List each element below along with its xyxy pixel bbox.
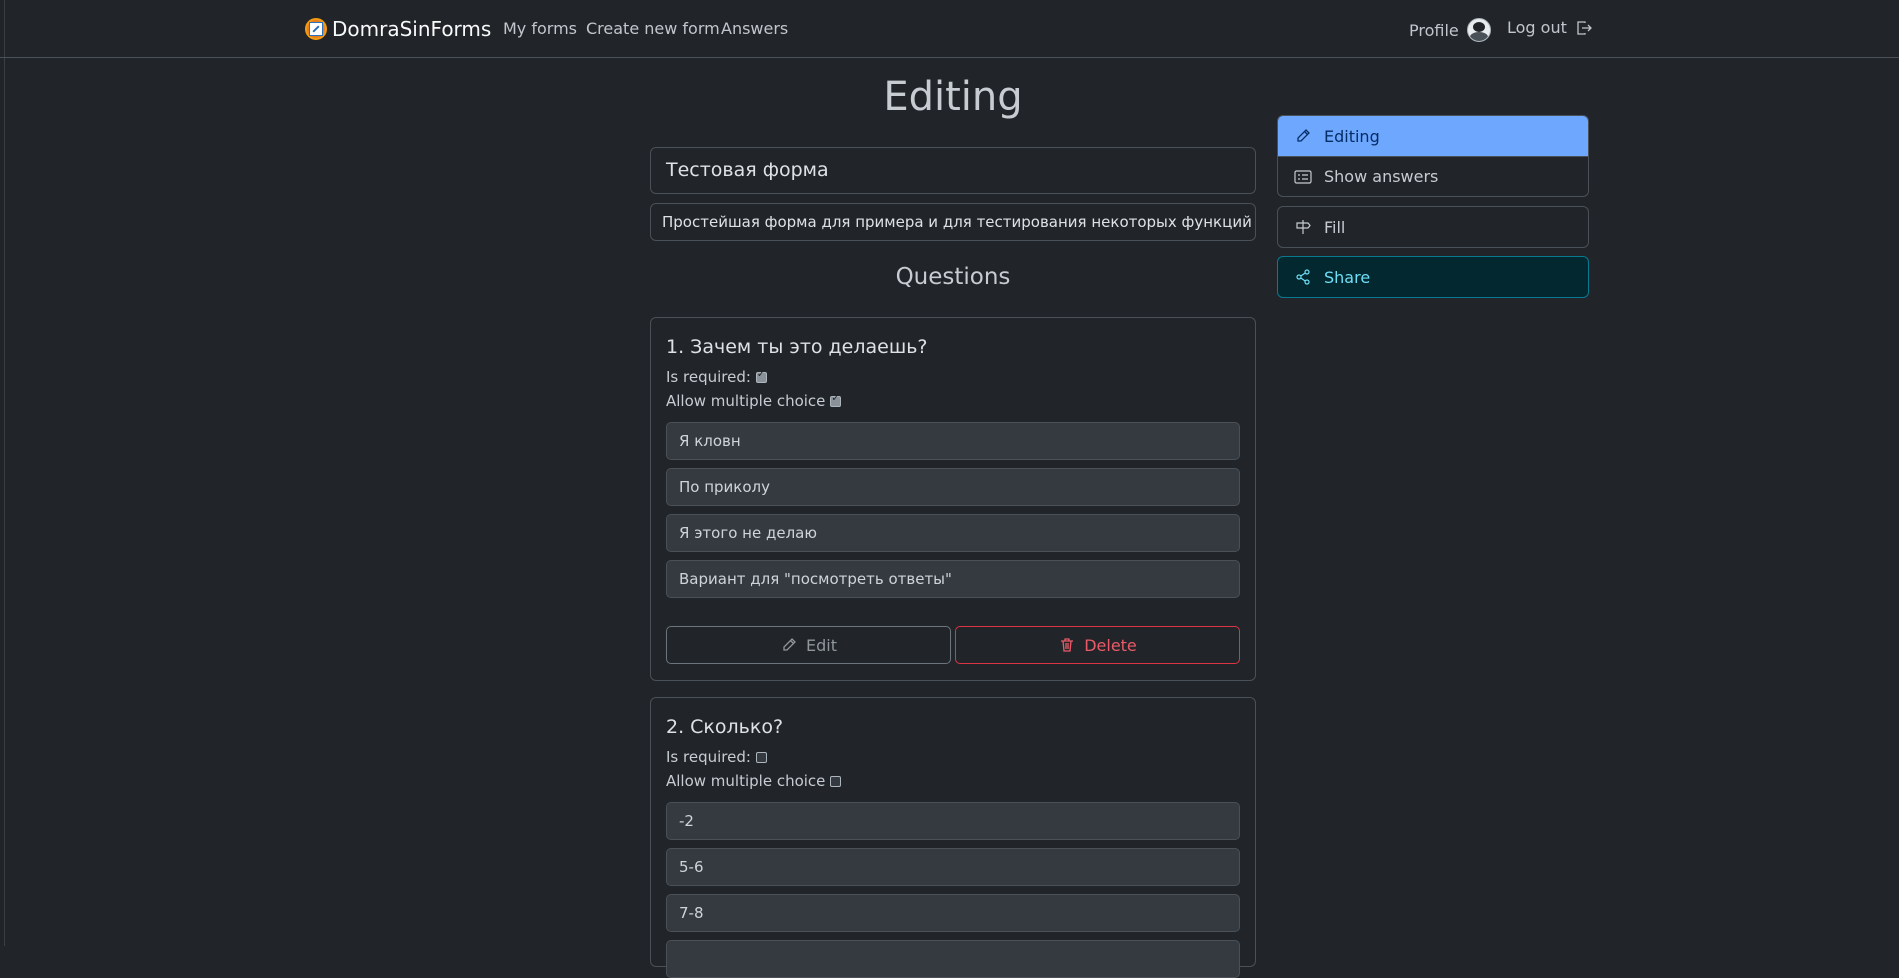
questions-heading: Questions <box>895 264 1011 290</box>
signpost-icon <box>1294 218 1312 236</box>
required-flag: Is required: <box>666 368 767 386</box>
profile-link[interactable]: Profile <box>1409 18 1491 42</box>
sidebar-item-share[interactable]: Share <box>1277 256 1589 298</box>
logout-icon <box>1575 19 1593 37</box>
pencil-icon <box>780 636 798 654</box>
answer-option[interactable]: -2 <box>666 802 1240 840</box>
multiple-choice-checkbox[interactable] <box>830 393 842 407</box>
top-navbar: DomraSinForms My forms Create new form A… <box>0 0 1899 58</box>
multiple-choice-flag: Allow multiple choice <box>666 772 842 790</box>
required-checkbox[interactable] <box>755 751 767 763</box>
answer-option[interactable]: По приколу <box>666 468 1240 506</box>
page-edge-line <box>4 0 5 946</box>
nav-answers[interactable]: Answers <box>721 19 788 38</box>
multiple-choice-label: Allow multiple choice <box>666 772 826 790</box>
sidebar-item-label: Show answers <box>1324 167 1439 186</box>
question-title: 1. Зачем ты это делаешь? <box>666 336 928 358</box>
logout-label: Log out <box>1507 18 1567 37</box>
pencil-icon <box>1294 127 1312 145</box>
answer-option[interactable]: 5-6 <box>666 848 1240 886</box>
required-label: Is required: <box>666 368 751 386</box>
question-card: 1. Зачем ты это делаешь? Is required: Al… <box>650 317 1256 681</box>
logout-link[interactable]: Log out <box>1507 18 1593 37</box>
answer-option[interactable]: Я кловн <box>666 422 1240 460</box>
multiple-choice-label: Allow multiple choice <box>666 392 826 410</box>
brand-name: DomraSinForms <box>332 17 492 41</box>
list-card-icon <box>1294 168 1312 186</box>
question-title: 2. Сколько? <box>666 716 784 738</box>
nav-create-new-form[interactable]: Create new form <box>586 19 720 38</box>
multiple-choice-flag: Allow multiple choice <box>666 392 842 410</box>
delete-label: Delete <box>1084 635 1137 655</box>
edit-question-button[interactable]: Edit <box>666 626 951 664</box>
avatar <box>1466 18 1491 42</box>
multiple-choice-checkbox[interactable] <box>830 775 842 787</box>
trash-icon <box>1058 636 1076 654</box>
nav-my-forms[interactable]: My forms <box>503 19 577 38</box>
sidebar-item-fill[interactable]: Fill <box>1277 206 1589 248</box>
brand[interactable]: DomraSinForms <box>305 17 491 41</box>
sidebar-menu: Editing Show answers <box>1277 115 1589 197</box>
form-description-input[interactable]: Простейшая форма для примера и для тести… <box>650 203 1256 241</box>
delete-question-button[interactable]: Delete <box>955 626 1240 664</box>
form-title-input[interactable]: Тестовая форма <box>650 147 1256 194</box>
required-checkbox[interactable] <box>755 369 767 383</box>
page-title: Editing <box>883 74 1023 120</box>
sidebar-item-label: Fill <box>1324 217 1346 237</box>
share-icon <box>1294 268 1312 286</box>
answer-option[interactable]: Вариант для "посмотреть ответы" <box>666 560 1240 598</box>
edit-label: Edit <box>806 635 837 655</box>
question-card: 2. Сколько? Is required: Allow multiple … <box>650 697 1256 978</box>
sidebar-item-editing[interactable]: Editing <box>1278 116 1588 156</box>
brand-logo-icon <box>305 18 327 40</box>
sidebar-item-show-answers[interactable]: Show answers <box>1278 156 1588 196</box>
sidebar-item-label: Share <box>1324 267 1371 287</box>
sidebar-item-label: Editing <box>1324 126 1380 146</box>
required-label: Is required: <box>666 748 751 766</box>
required-flag: Is required: <box>666 748 767 766</box>
answer-option[interactable]: Я этого не делаю <box>666 514 1240 552</box>
answer-option[interactable]: 7-8 <box>666 894 1240 932</box>
profile-label: Profile <box>1409 20 1459 40</box>
